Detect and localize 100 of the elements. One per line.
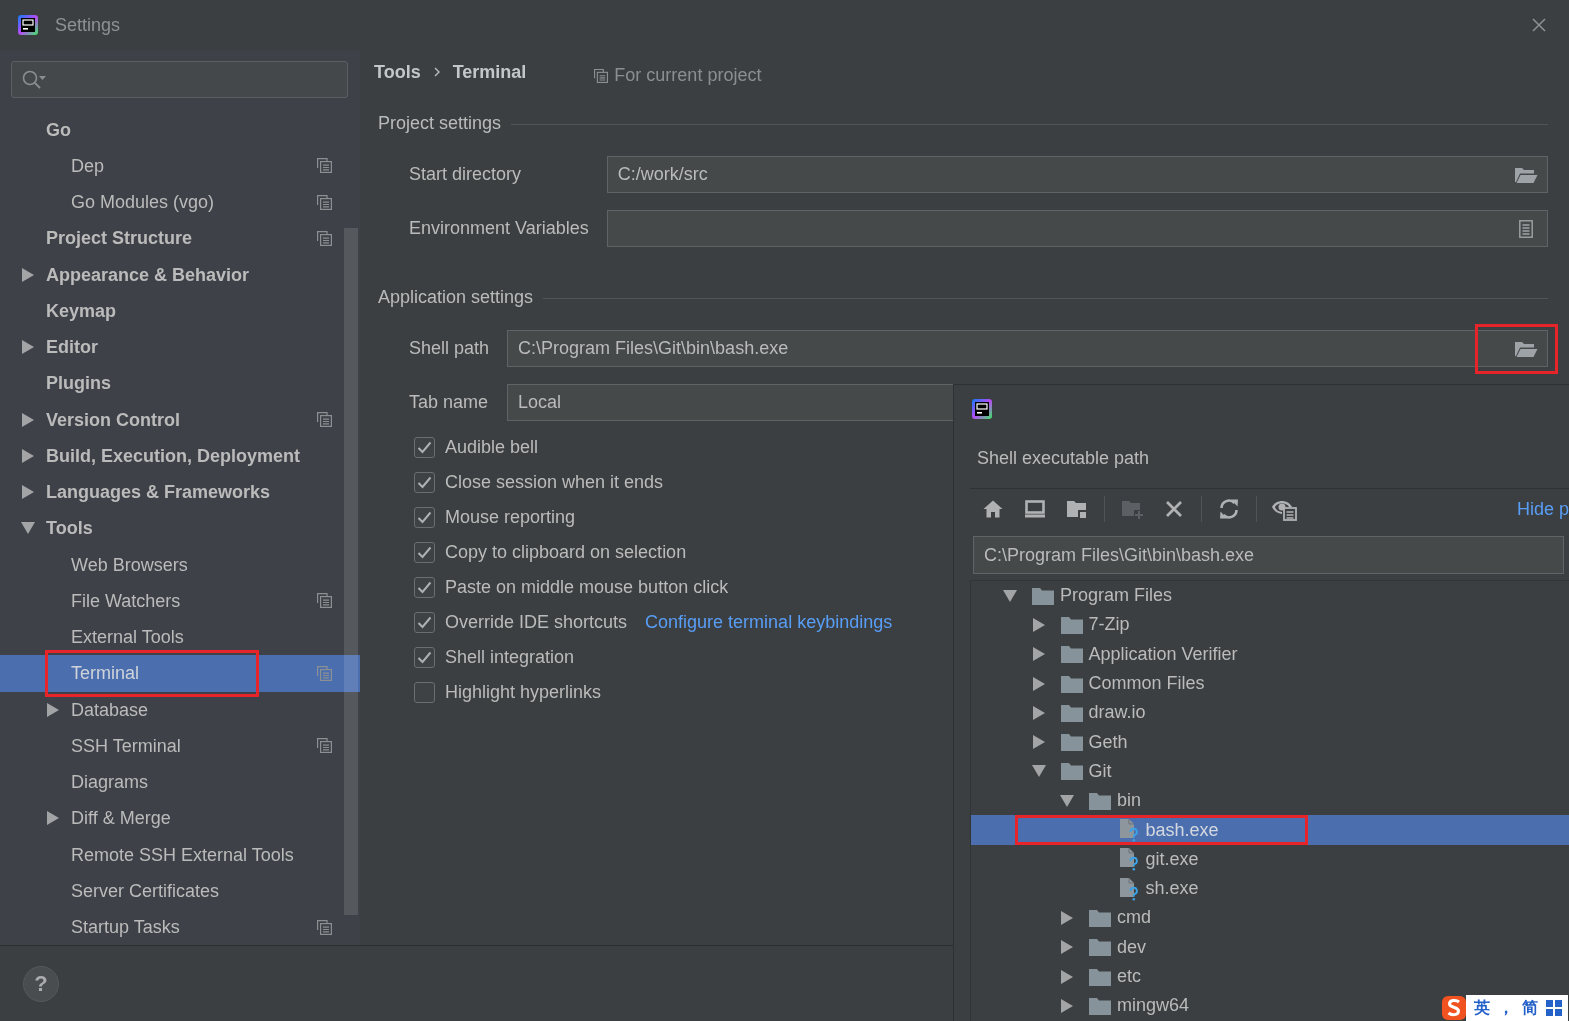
tree-item[interactable]: draw.io bbox=[971, 698, 1146, 728]
ime-label[interactable]: 英 bbox=[1474, 1000, 1490, 1016]
sidebar-item[interactable]: Appearance & Behavior bbox=[0, 263, 360, 286]
sidebar-item[interactable]: Editor bbox=[0, 336, 360, 359]
checkbox-label[interactable]: Mouse reporting bbox=[445, 503, 576, 531]
tree-item[interactable]: Application Verifier bbox=[971, 639, 1238, 669]
scrollbar-thumb[interactable] bbox=[344, 228, 358, 915]
tree-item[interactable]: Git bbox=[971, 756, 1112, 787]
refresh-icon[interactable] bbox=[1218, 498, 1240, 520]
checkbox[interactable] bbox=[414, 506, 435, 528]
checkbox-label[interactable]: Copy to clipboard on selection bbox=[445, 538, 687, 566]
checkbox[interactable] bbox=[414, 576, 435, 598]
checkbox-label[interactable]: Paste on middle mouse button click bbox=[445, 573, 729, 601]
search-field[interactable] bbox=[11, 61, 348, 98]
home-icon[interactable] bbox=[982, 499, 1004, 519]
checkmark-icon bbox=[417, 615, 432, 629]
triangle-right-icon[interactable] bbox=[1032, 676, 1045, 691]
triangle-down-icon[interactable] bbox=[1031, 765, 1046, 778]
tree-item[interactable]: sh.exe bbox=[971, 873, 1199, 904]
triangle-down-icon[interactable] bbox=[1003, 589, 1017, 602]
ime-label[interactable]: 简 bbox=[1522, 1000, 1538, 1016]
tree-item[interactable]: etc bbox=[971, 961, 1141, 992]
monitor-icon[interactable] bbox=[1024, 499, 1046, 519]
checkbox[interactable] bbox=[414, 436, 435, 458]
link[interactable]: Hide p bbox=[1516, 495, 1569, 523]
sidebar-item[interactable]: Go Modules (vgo) bbox=[0, 191, 360, 214]
sidebar-item[interactable]: File Watchers bbox=[0, 589, 360, 612]
triangle-right-icon[interactable] bbox=[1061, 998, 1073, 1013]
ime-logo-icon[interactable] bbox=[1442, 995, 1466, 1021]
input-field[interactable]: C:/work/src bbox=[606, 156, 1548, 193]
triangle-right-icon[interactable] bbox=[22, 412, 34, 427]
checkbox-label[interactable]: Shell integration bbox=[445, 643, 575, 671]
sidebar-item[interactable]: Server Certificates bbox=[0, 879, 360, 902]
folder-icon bbox=[1060, 762, 1083, 781]
triangle-down-icon[interactable] bbox=[1060, 794, 1074, 807]
checkbox[interactable] bbox=[414, 681, 435, 703]
tree-item[interactable]: Program Files bbox=[971, 581, 1173, 611]
sidebar-item[interactable]: Database bbox=[0, 698, 360, 721]
breadcrumb-item[interactable]: Tools bbox=[374, 58, 421, 86]
sidebar-item[interactable]: Build, Execution, Deployment bbox=[0, 444, 360, 467]
checkbox-label[interactable]: Override IDE shortcuts bbox=[445, 608, 628, 636]
tree-item[interactable]: 7-Zip bbox=[971, 610, 1130, 640]
close-icon[interactable] bbox=[1532, 18, 1546, 32]
tree-item[interactable]: git.exe bbox=[971, 844, 1199, 874]
triangle-right-icon[interactable] bbox=[1032, 705, 1045, 720]
triangle-right-icon[interactable] bbox=[1032, 617, 1045, 632]
tree-item[interactable]: Geth bbox=[971, 727, 1128, 757]
sidebar-item[interactable]: Diagrams bbox=[0, 771, 360, 794]
triangle-right-icon[interactable] bbox=[47, 811, 59, 826]
sidebar-item[interactable]: Project Structure bbox=[0, 227, 360, 250]
link[interactable]: Configure terminal keybindings bbox=[645, 608, 893, 636]
checkbox[interactable] bbox=[414, 646, 435, 668]
triangle-right-icon[interactable] bbox=[1061, 969, 1073, 984]
input-field[interactable]: C:\Program Files\Git\bin\bash.exe bbox=[507, 330, 1548, 367]
tree-item[interactable]: bin bbox=[971, 786, 1142, 816]
input-field[interactable] bbox=[606, 210, 1548, 247]
sidebar-item[interactable]: Go bbox=[0, 118, 360, 141]
triangle-right-icon[interactable] bbox=[22, 267, 34, 282]
sidebar-item[interactable]: Remote SSH External Tools bbox=[0, 843, 360, 866]
field-label: Shell path bbox=[409, 337, 490, 360]
sidebar-item[interactable]: SSH Terminal bbox=[0, 734, 360, 757]
sidebar-item[interactable]: Tools bbox=[0, 517, 360, 540]
folder-icon bbox=[1089, 967, 1111, 986]
checkbox[interactable] bbox=[414, 611, 435, 633]
tree-item[interactable]: Common Files bbox=[971, 668, 1205, 699]
sidebar-item[interactable]: Web Browsers bbox=[0, 553, 360, 576]
triangle-right-icon[interactable] bbox=[22, 485, 34, 500]
cross-icon[interactable] bbox=[1165, 500, 1183, 518]
sidebar-item[interactable]: Plugins bbox=[0, 372, 360, 395]
folder-icon bbox=[1060, 645, 1083, 664]
path-field[interactable]: C:\Program Files\Git\bin\bash.exe bbox=[973, 536, 1564, 574]
triangle-right-icon[interactable] bbox=[47, 702, 59, 717]
checkbox[interactable] bbox=[414, 541, 435, 563]
grid-icon[interactable] bbox=[1546, 1000, 1562, 1016]
triangle-right-icon[interactable] bbox=[22, 340, 34, 355]
triangle-right-icon[interactable] bbox=[22, 448, 34, 463]
triangle-right-icon[interactable] bbox=[1061, 940, 1073, 955]
tree-item[interactable]: cmd bbox=[971, 903, 1151, 933]
sidebar-item[interactable]: Terminal bbox=[0, 655, 360, 692]
ime-label[interactable]: ， bbox=[1498, 1000, 1514, 1016]
checkbox-label[interactable]: Close session when it ends bbox=[445, 468, 664, 496]
sidebar-item[interactable]: Startup Tasks bbox=[0, 916, 360, 939]
checkbox[interactable] bbox=[414, 471, 435, 493]
search-icon[interactable] bbox=[21, 68, 47, 91]
tree-item[interactable]: mingw64 bbox=[971, 991, 1190, 1021]
sidebar-item[interactable]: Version Control bbox=[0, 408, 360, 431]
triangle-down-icon[interactable] bbox=[21, 522, 35, 535]
folder-icon bbox=[1089, 791, 1111, 810]
help-button[interactable]: ? bbox=[23, 965, 59, 1002]
sidebar-item[interactable]: Languages & Frameworks bbox=[0, 481, 360, 504]
tree-item[interactable]: dev bbox=[971, 932, 1147, 962]
sidebar-item[interactable]: Keymap bbox=[0, 299, 360, 322]
triangle-right-icon[interactable] bbox=[1061, 910, 1073, 925]
triangle-right-icon[interactable] bbox=[1032, 735, 1045, 750]
triangle-right-icon[interactable] bbox=[1032, 647, 1045, 662]
sidebar-item[interactable]: Diff & Merge bbox=[0, 807, 360, 830]
checkbox-label[interactable]: Audible bell bbox=[445, 433, 539, 461]
sidebar-item[interactable]: External Tools bbox=[0, 626, 360, 649]
checkbox-label[interactable]: Highlight hyperlinks bbox=[445, 678, 602, 706]
sidebar-item[interactable]: Dep bbox=[0, 154, 360, 177]
